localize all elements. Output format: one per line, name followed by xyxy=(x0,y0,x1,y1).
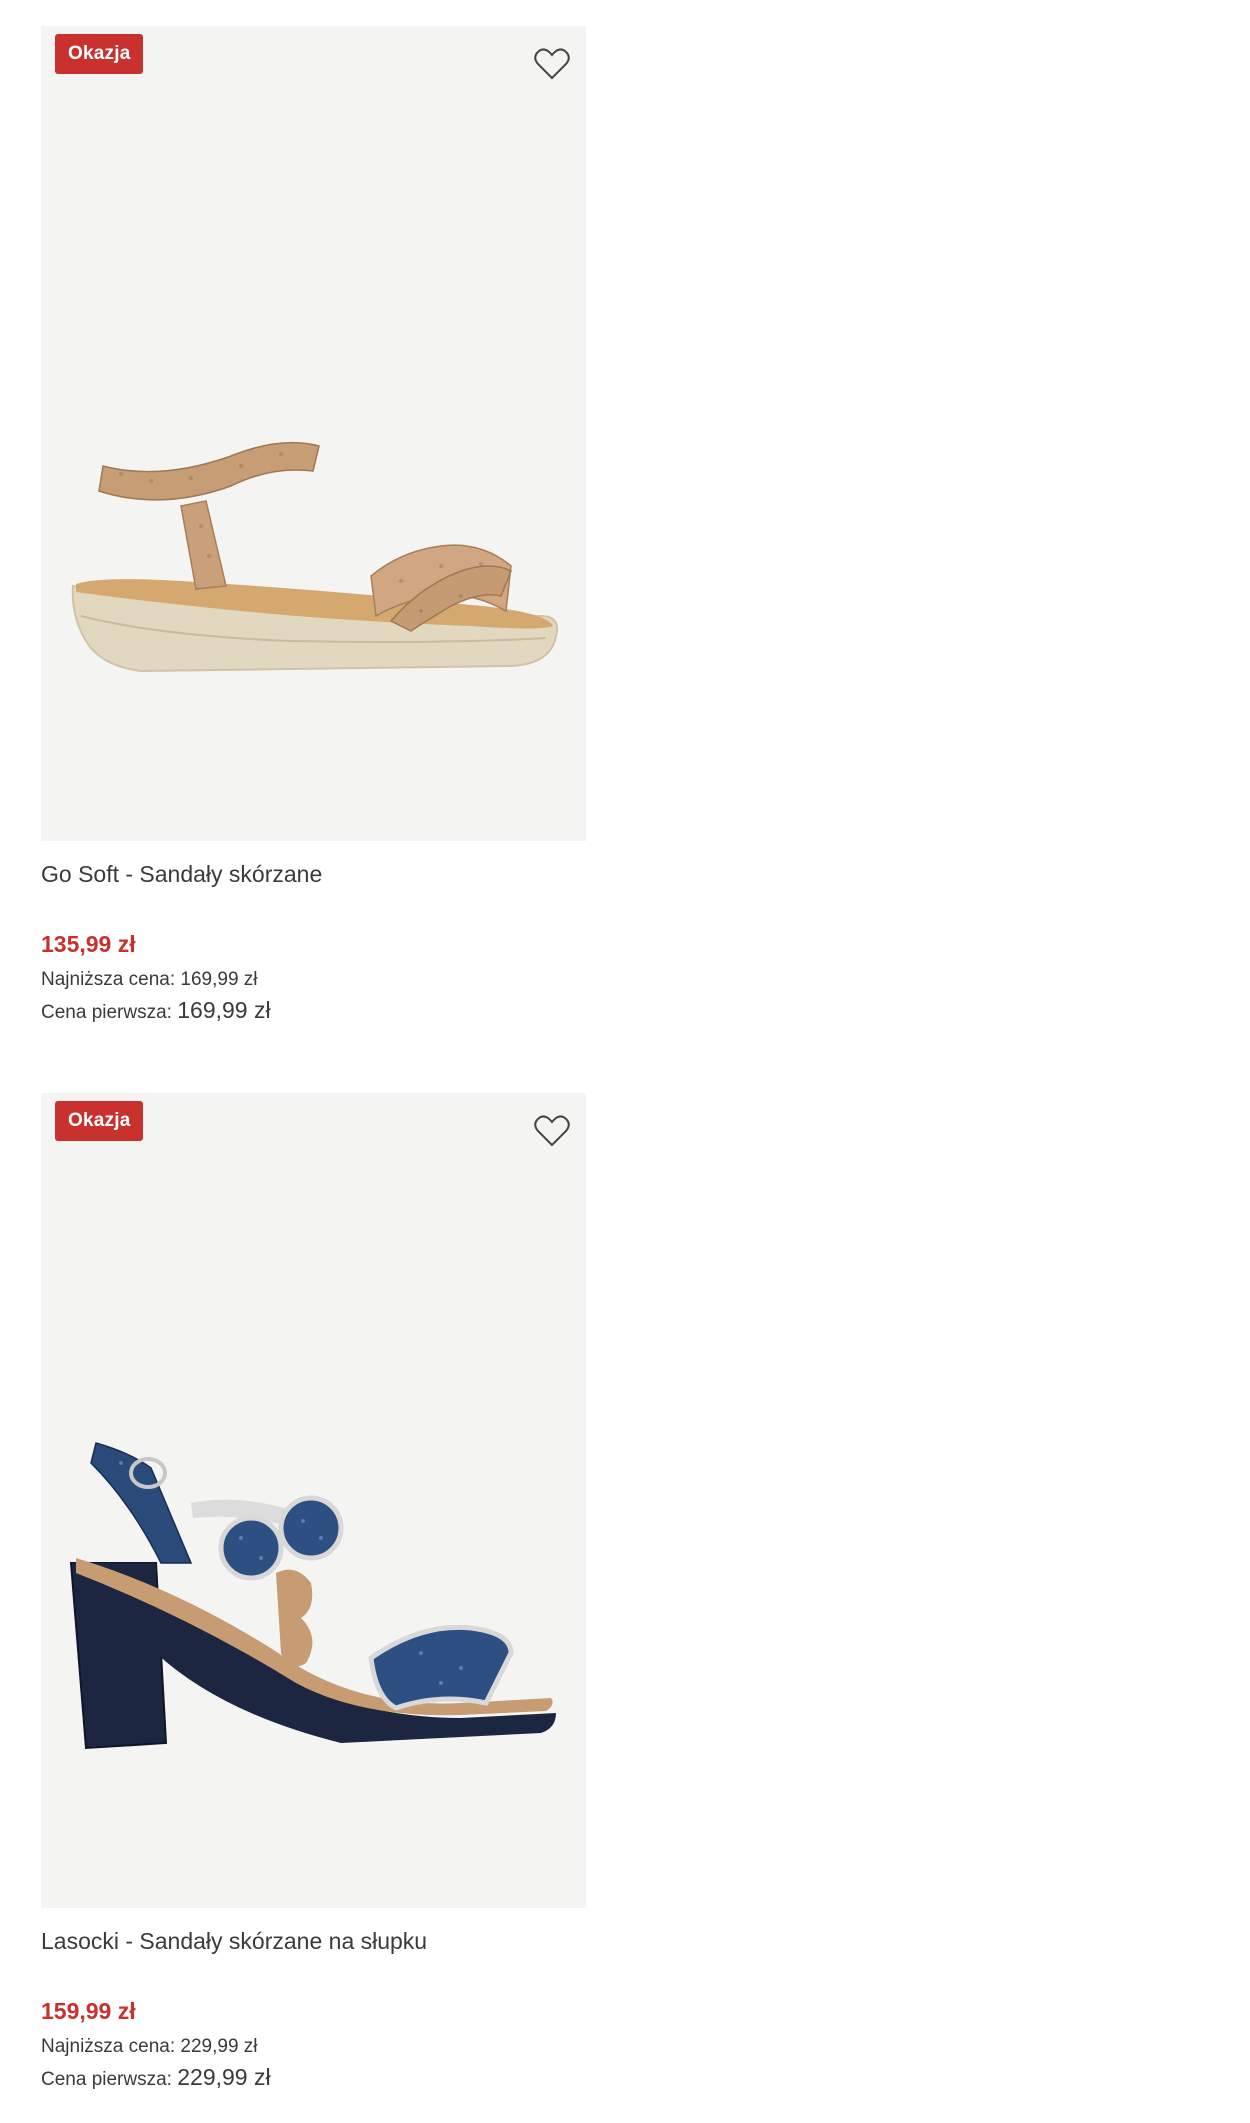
first-price-value: 169,99 zł xyxy=(177,997,271,1023)
product-title[interactable]: Go Soft - Sandały skórzane xyxy=(41,859,586,889)
first-price-label: Cena pierwsza: xyxy=(41,2069,172,2090)
lowest-price-value: 169,99 zł xyxy=(180,969,258,990)
lowest-price-label: Najniższa cena: xyxy=(41,2036,176,2057)
product-listing: Okazja Go Soft - Sandały skórzane 135,99… xyxy=(0,0,1250,2123)
product-price: 135,99 zł xyxy=(41,931,136,957)
first-price-row: Cena pierwsza: 229,99 zł xyxy=(41,2062,586,2095)
heart-outline-icon[interactable] xyxy=(532,44,572,84)
lowest-price-value: 229,99 zł xyxy=(180,2036,258,2057)
product-image[interactable] xyxy=(41,26,586,841)
product-card[interactable]: Okazja Lasocki - Sandały skórzane na słu… xyxy=(41,1093,586,2095)
lowest-price-row: Najniższa cena: 229,99 zł xyxy=(41,2032,586,2062)
heart-outline-icon[interactable] xyxy=(532,1111,572,1151)
price-history: Najniższa cena: 229,99 zł Cena pierwsza:… xyxy=(41,2032,586,2095)
deal-badge: Okazja xyxy=(55,34,144,74)
product-image-container[interactable]: Okazja xyxy=(41,1093,586,1908)
price-history: Najniższa cena: 169,99 zł Cena pierwsza:… xyxy=(41,965,586,1028)
product-image[interactable] xyxy=(41,1093,586,1908)
product-image-container[interactable]: Okazja xyxy=(41,26,586,841)
lowest-price-row: Najniższa cena: 169,99 zł xyxy=(41,965,586,995)
lowest-price-label: Najniższa cena: xyxy=(41,969,176,990)
product-price: 159,99 zł xyxy=(41,1998,136,2024)
first-price-value: 229,99 zł xyxy=(177,2064,271,2090)
deal-badge: Okazja xyxy=(55,1101,144,1141)
product-title[interactable]: Lasocki - Sandały skórzane na słupku xyxy=(41,1926,586,1956)
first-price-label: Cena pierwsza: xyxy=(41,1002,172,1023)
product-card[interactable]: Okazja Go Soft - Sandały skórzane 135,99… xyxy=(41,26,586,1028)
first-price-row: Cena pierwsza: 169,99 zł xyxy=(41,995,586,1028)
